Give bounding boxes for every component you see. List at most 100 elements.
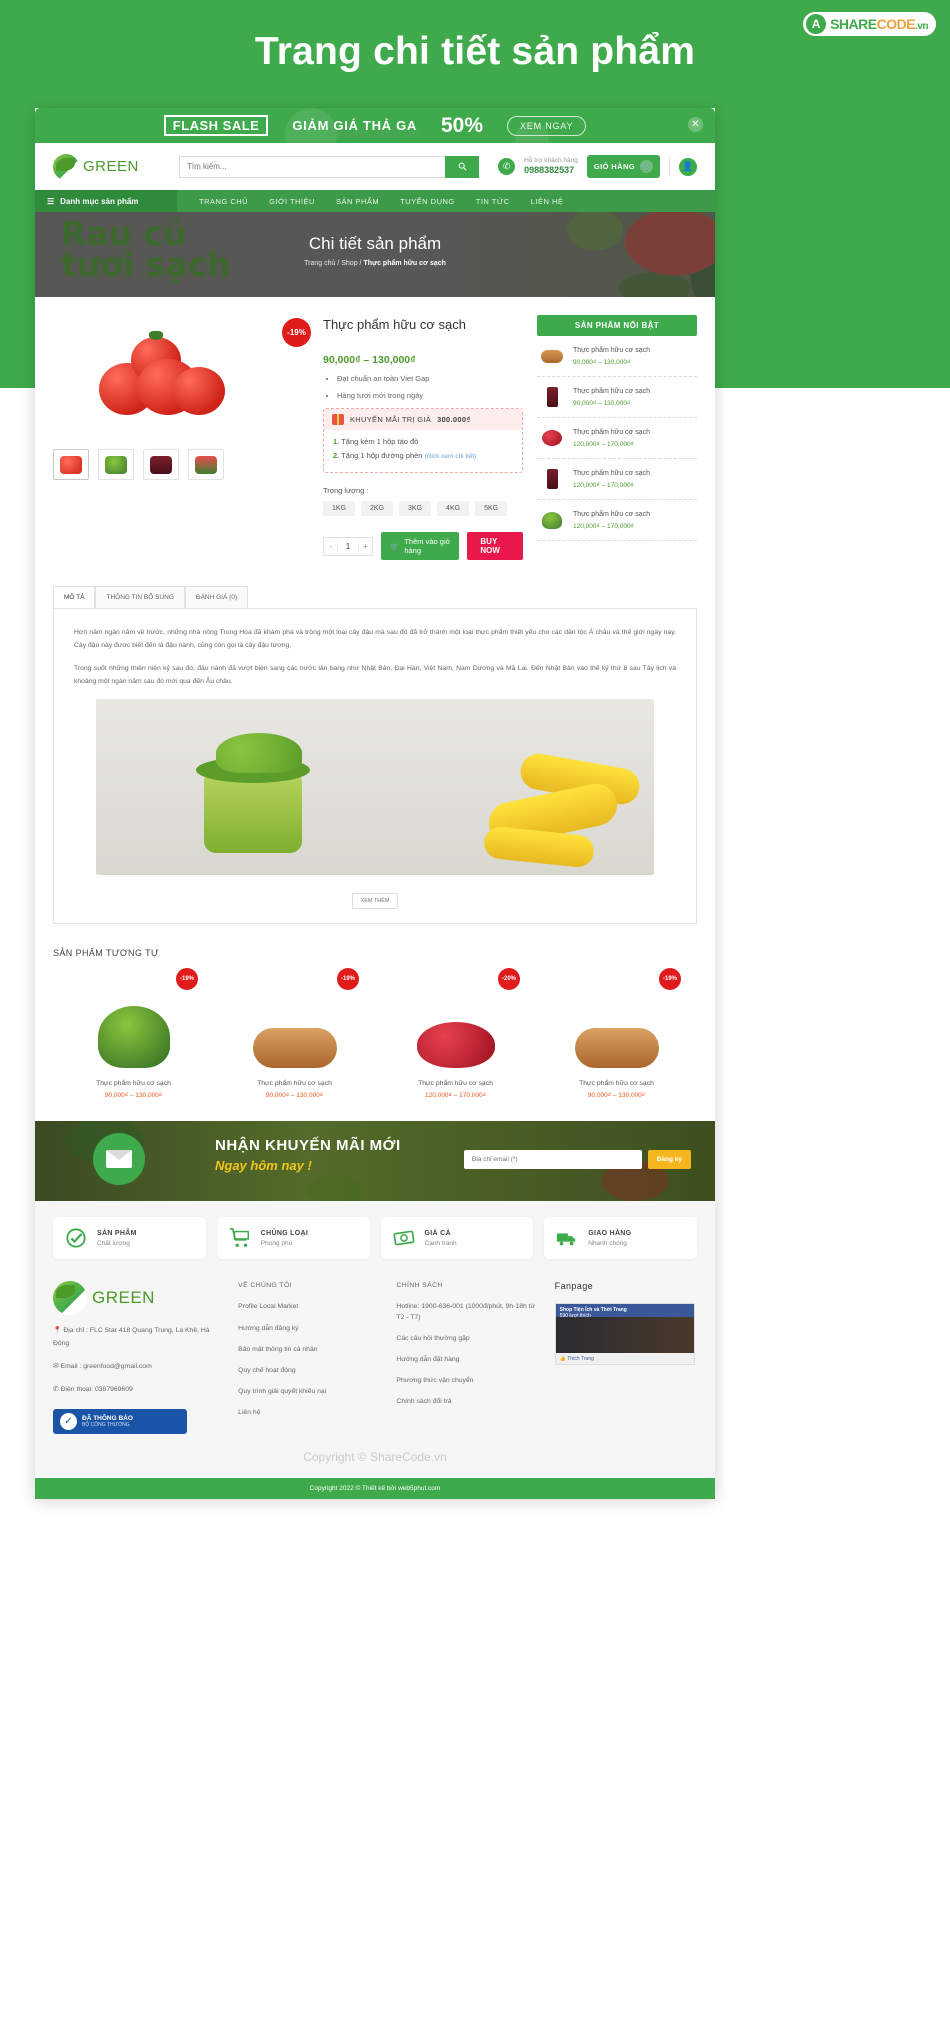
search-input[interactable] — [179, 155, 445, 178]
sidebar-product-3[interactable]: Thực phẩm hữu cơ sạch 120,000₫ – 170,000₫ — [537, 459, 697, 500]
feature-card-variety: CHỦNG LOẠI Phong phú — [216, 1217, 370, 1260]
footer-about-link-1[interactable]: Hướng dẫn đăng ký — [238, 1324, 382, 1334]
sidebar-product-2[interactable]: Thực phẩm hữu cơ sạch 120,000₫ – 170,000₫ — [537, 418, 697, 459]
flash-sale-cta-button[interactable]: XEM NGAY — [507, 115, 587, 136]
similar-product-1[interactable]: -19% Thực phẩm hữu cơ sạch 90,000₫ – 130… — [214, 968, 375, 1099]
quantity-value[interactable]: 1 — [337, 541, 359, 551]
check-circle-icon — [66, 1228, 86, 1248]
product-detail-section: -19% Thực phẩm hữu cơ sạch 90,000₫ – 130… — [35, 297, 715, 560]
tomato-image — [97, 329, 225, 421]
newsletter-email-input[interactable] — [463, 1150, 642, 1170]
footer-about-link-5[interactable]: Liên hệ — [238, 1408, 382, 1418]
similar-product-2[interactable]: -20% Thực phẩm hữu cơ sạch 120,000₫ – 17… — [375, 968, 536, 1099]
product-gallery — [53, 315, 268, 560]
nav-item-products[interactable]: SẢN PHẨM — [336, 197, 379, 206]
broccoli-icon — [59, 982, 208, 1069]
newsletter-form: Đăng ký — [463, 1150, 691, 1170]
weight-option-4kg[interactable]: 4KG — [437, 501, 470, 516]
copyright-watermark: Copyright © ShareCode.vn — [303, 1449, 447, 1464]
footer-policy-link-3[interactable]: Phương thức vận chuyển — [396, 1376, 540, 1386]
footer-logo[interactable]: GREEN — [53, 1281, 224, 1316]
thumbnail-broccoli[interactable] — [98, 449, 134, 480]
close-icon[interactable]: ✕ — [688, 117, 703, 132]
add-to-cart-label: Thêm vào giỏ hàng — [404, 537, 450, 555]
tab-additional-info[interactable]: THÔNG TIN BỔ SUNG — [95, 586, 185, 608]
footer-policy-link-2[interactable]: Hướng dẫn đặt hàng — [396, 1355, 540, 1365]
featured-products-sidebar: SẢN PHẨM NỔI BẬT Thực phẩm hữu cơ sạch 90… — [537, 315, 697, 560]
category-menu-button[interactable]: ☰ Danh mục sản phẩm — [35, 190, 177, 212]
breadcrumb: Trang chủ / Shop / Thực phẩm hữu cơ sạch — [35, 260, 715, 267]
nav-item-contact[interactable]: LIÊN HỆ — [531, 197, 564, 206]
juice-icon — [539, 385, 565, 409]
bo-cong-thuong-badge[interactable]: ✓ ĐÃ THÔNG BÁO BỘ CÔNG THƯƠNG — [53, 1408, 187, 1434]
berries-icon — [539, 426, 565, 450]
nav-item-news[interactable]: TIN TỨC — [476, 197, 510, 206]
breadcrumb-home[interactable]: Trang chủ — [304, 260, 335, 267]
weight-label: Trọng lượng : — [323, 486, 369, 495]
footer-about-link-4[interactable]: Quy trình giải quyết khiếu nại — [238, 1387, 382, 1397]
gift-icon — [332, 414, 344, 425]
buy-now-button[interactable]: BUY NOW — [467, 532, 523, 560]
sidebar-product-1[interactable]: Thực phẩm hữu cơ sạch 90,000₫ – 130,000₫ — [537, 377, 697, 418]
search-button[interactable] — [445, 155, 479, 178]
promotion-item-1: 1. Tặng kèm 1 hộp táo đỏ — [333, 437, 419, 446]
sidebar-heading: SẢN PHẨM NỔI BẬT — [537, 315, 697, 336]
tab-reviews[interactable]: ĐÁNH GIÁ (0) — [184, 586, 249, 608]
facebook-page-cover — [555, 1317, 694, 1354]
thumbnail-tomato[interactable] — [53, 449, 89, 480]
product-main-image[interactable] — [53, 315, 268, 435]
footer-policy-link-0[interactable]: Hotline: 1900-636-001 (1000đ/phút, 9h-18… — [396, 1302, 540, 1322]
product-price: 90,000₫ – 130,000₫ — [323, 354, 416, 366]
weight-option-1kg[interactable]: 1KG — [323, 501, 356, 516]
similar-product-3[interactable]: -19% Thực phẩm hữu cơ sạch 90,000₫ – 130… — [536, 968, 697, 1099]
footer-company: GREEN 📍 Địa chỉ : FLC Star 418 Quang Tru… — [53, 1281, 224, 1434]
search-icon — [458, 162, 467, 171]
user-icon[interactable]: 👤 — [679, 157, 697, 176]
product-title-row: -19% Thực phẩm hữu cơ sạch — [282, 315, 523, 347]
similar-product-0[interactable]: -19% Thực phẩm hữu cơ sạch 90,000₫ – 130… — [53, 968, 214, 1099]
footer-about-link-2[interactable]: Bảo mật thông tin cá nhân — [238, 1345, 382, 1355]
add-to-cart-button[interactable]: 🛒 Thêm vào giỏ hàng — [381, 532, 460, 560]
footer-policy-link-4[interactable]: Chính sách đổi trả — [396, 1397, 540, 1407]
quantity-increase[interactable]: + — [359, 542, 372, 551]
site-logo[interactable]: GREEN — [53, 153, 173, 180]
tab-list: MÔ TẢ THÔNG TIN BỔ SUNG ĐÁNH GIÁ (0) — [53, 586, 697, 609]
support-label: Hỗ trợ khách hàng — [524, 156, 578, 164]
footer-fanpage-heading: Fanpage — [554, 1281, 594, 1292]
support-phone[interactable]: 0988382537 — [524, 165, 578, 176]
sharecode-icon: A — [806, 14, 827, 34]
quantity-decrease[interactable]: - — [324, 542, 337, 551]
newsletter-submit-button[interactable]: Đăng ký — [647, 1150, 691, 1170]
promotion-detail-link[interactable]: (click xem chi tiết) — [425, 453, 477, 460]
hamburger-icon: ☰ — [47, 196, 55, 206]
promotion-body: 1. Tặng kèm 1 hộp táo đỏ 2. Tặng 1 hộp đ… — [324, 430, 522, 472]
footer-about-heading: VỀ CHÚNG TÔI — [238, 1282, 292, 1290]
nav-item-careers[interactable]: TUYỂN DỤNG — [400, 197, 455, 206]
thumbnail-juice[interactable] — [143, 449, 179, 480]
shopping-cart-icon — [229, 1228, 249, 1248]
flash-sale-headline: GIẢM GIÁ THẢ GA — [292, 118, 417, 133]
weight-option-2kg[interactable]: 2KG — [361, 501, 394, 516]
product-tabs: MÔ TẢ THÔNG TIN BỔ SUNG ĐÁNH GIÁ (0) Hơn… — [53, 586, 697, 925]
thumbnail-watermelon[interactable] — [188, 449, 224, 480]
nav-item-about[interactable]: GIỚI THIỆU — [269, 197, 315, 206]
website-screenshot: FLASH SALE GIẢM GIÁ THẢ GA 50% XEM NGAY … — [35, 108, 715, 1499]
cart-button[interactable]: GIỎ HÀNG 🛒 — [586, 155, 660, 178]
facebook-page-card[interactable]: Shop Tiện Ích và Thời Trang 590 lượt thíc… — [554, 1303, 695, 1366]
weight-option-5kg[interactable]: 5KG — [475, 501, 508, 516]
sidebar-product-0[interactable]: Thực phẩm hữu cơ sạch 90,000₫ – 130,000₫ — [537, 336, 697, 377]
footer-policy-link-1[interactable]: Các câu hỏi thường gặp — [396, 1334, 540, 1344]
bread-icon — [539, 344, 565, 368]
breadcrumb-shop[interactable]: Shop — [341, 260, 357, 267]
facebook-like-button[interactable]: 👍 Thích Trang — [555, 1353, 694, 1365]
tab-description[interactable]: MÔ TẢ — [53, 586, 96, 608]
similar-products-section: SẢN PHẨM TƯƠNG TỰ ShareCode.vn -19% Thực… — [53, 126, 697, 1099]
product-feature-1: Hàng tươi mới trong ngày — [337, 391, 523, 402]
sharecode-watermark-logo: A SHARECODE.vn — [803, 12, 936, 36]
weight-option-3kg[interactable]: 3KG — [399, 501, 432, 516]
nav-item-home[interactable]: TRANG CHỦ — [199, 197, 248, 206]
sidebar-product-4[interactable]: Thực phẩm hữu cơ sạch 120,000₫ – 170,000₫ — [537, 500, 697, 541]
read-more-button[interactable]: XEM THÊM — [352, 893, 398, 910]
footer-about-link-0[interactable]: Profile Local Market — [238, 1302, 382, 1312]
footer-about-link-3[interactable]: Quy chế hoạt động — [238, 1366, 382, 1376]
